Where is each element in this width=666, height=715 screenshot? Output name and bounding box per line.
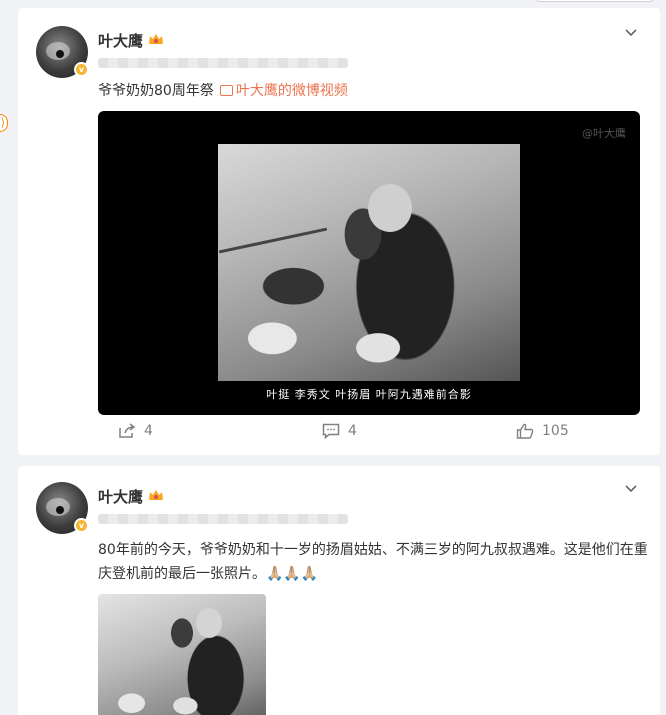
- comment-button[interactable]: 4: [322, 423, 357, 439]
- post-body: 80年前的今天，爷爷奶奶和十一岁的扬眉姑姑、不满三岁的阿九叔叔遇难。这是他们在重…: [98, 542, 648, 582]
- like-count: 105: [542, 423, 569, 439]
- feed: ⟩ v 叶大鹰 爷爷奶奶80周年祭 叶大鹰的微博视频 @叶大鹰 叶挺 李秀文 叶扬…: [0, 0, 666, 715]
- post-username[interactable]: 叶大鹰: [98, 30, 143, 51]
- crown-badge-icon[interactable]: [148, 32, 164, 46]
- top-search-edge: [535, 0, 655, 2]
- like-icon: [516, 423, 534, 439]
- video-frame: [218, 144, 520, 381]
- post-meta-blurred: [98, 58, 348, 68]
- video-subtitle: 叶挺 李秀文 叶扬眉 叶阿九遇难前合影: [266, 388, 472, 401]
- like-button[interactable]: 105: [516, 423, 569, 439]
- comment-icon: [322, 423, 340, 439]
- post-text: 爷爷奶奶80周年祭 叶大鹰的微博视频: [98, 79, 348, 103]
- post-body: 爷爷奶奶80周年祭: [98, 83, 214, 99]
- post-actions: 4 4 105: [18, 423, 660, 451]
- video-link[interactable]: 叶大鹰的微博视频: [214, 83, 348, 99]
- share-icon: [119, 423, 136, 438]
- share-button[interactable]: 4: [118, 423, 153, 439]
- video-player[interactable]: @叶大鹰 叶挺 李秀文 叶扬眉 叶阿九遇难前合影: [98, 111, 640, 415]
- post-card: v 叶大鹰 80年前的今天，爷爷奶奶和十一岁的扬眉姑姑、不满三岁的阿九叔叔遇难。…: [18, 466, 660, 715]
- video-icon: [219, 85, 233, 96]
- post-meta-blurred: [98, 514, 348, 524]
- video-watermark: @叶大鹰: [582, 127, 626, 140]
- side-chip-icon[interactable]: ⟩: [0, 114, 8, 132]
- verified-badge-icon: v: [74, 62, 89, 77]
- verified-badge-icon: v: [74, 518, 89, 533]
- crown-badge-icon[interactable]: [148, 488, 164, 502]
- chevron-down-icon[interactable]: [624, 28, 638, 38]
- chevron-down-icon[interactable]: [624, 484, 638, 494]
- comment-count: 4: [348, 423, 357, 439]
- video-link-label: 叶大鹰的微博视频: [235, 83, 348, 99]
- post-username[interactable]: 叶大鹰: [98, 486, 143, 507]
- post-card: v 叶大鹰 爷爷奶奶80周年祭 叶大鹰的微博视频 @叶大鹰 叶挺 李秀文 叶扬眉 …: [18, 8, 660, 455]
- post-photo[interactable]: [98, 594, 266, 715]
- share-count: 4: [144, 423, 153, 439]
